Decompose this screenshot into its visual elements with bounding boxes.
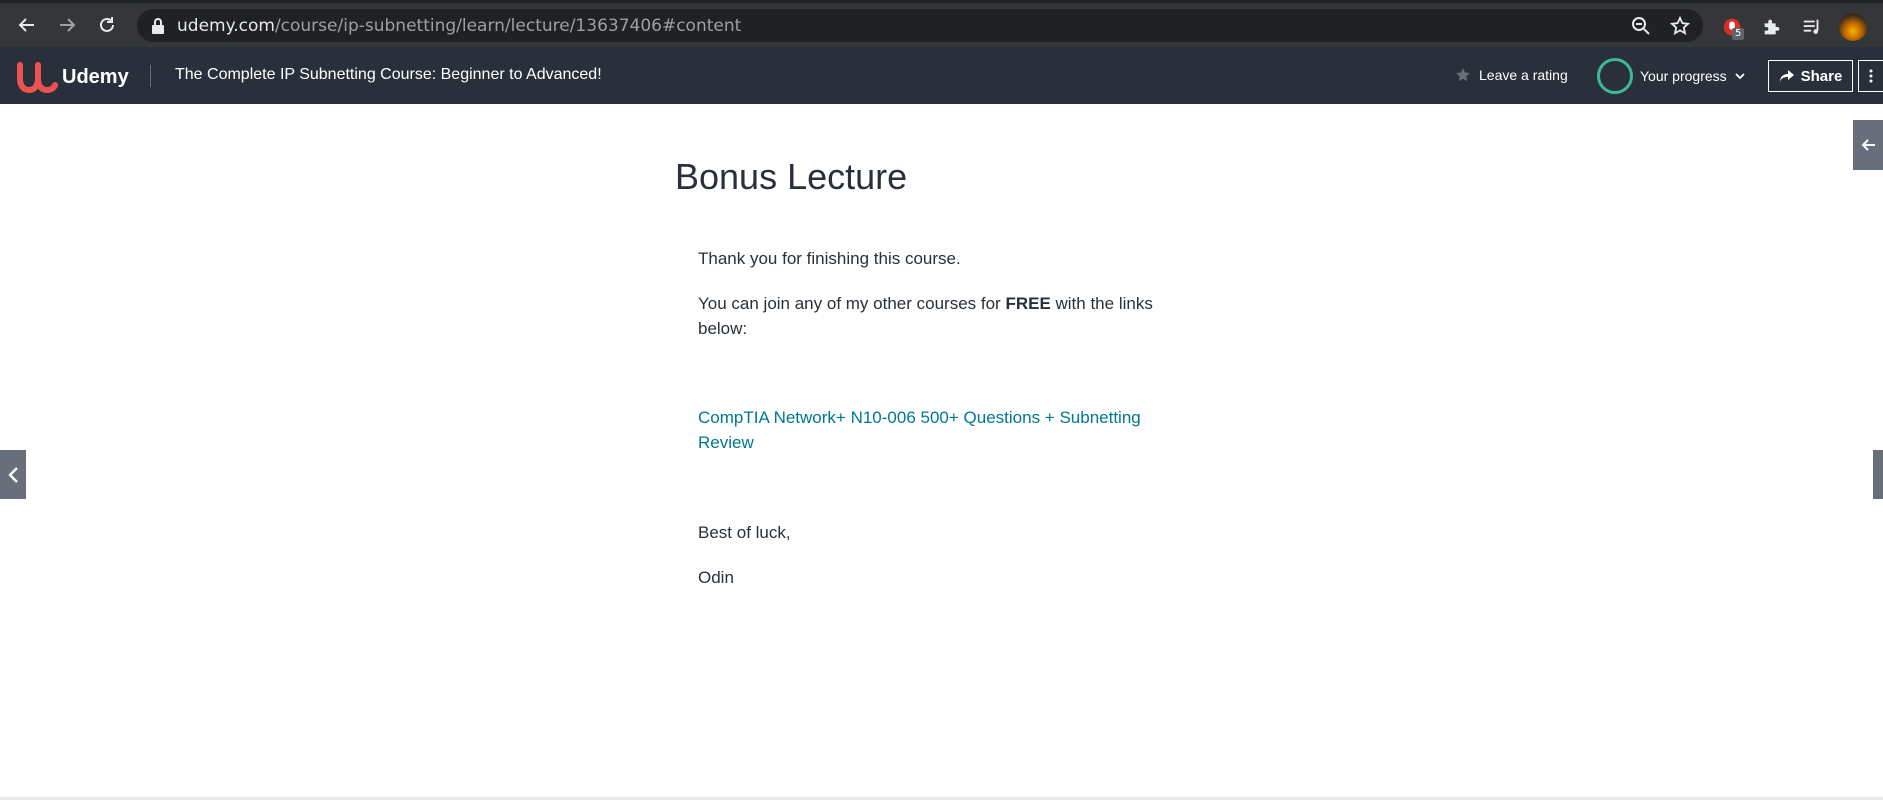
- rating-label: Leave a rating: [1479, 67, 1568, 83]
- arrow-left-icon: [1861, 139, 1875, 151]
- browser-toolbar: udemy.com/course/ip-subnetting/learn/lec…: [0, 0, 1883, 47]
- leave-rating-button[interactable]: Leave a rating: [1455, 67, 1568, 83]
- course-link-paragraph: CompTIA Network+ N10-006 500+ Questions …: [698, 405, 1188, 455]
- previous-lecture-button[interactable]: [0, 450, 26, 499]
- zoom-icon[interactable]: [1631, 16, 1651, 36]
- share-label: Share: [1800, 67, 1843, 85]
- brand-name: Udemy: [62, 65, 129, 88]
- signature-text: Odin: [698, 568, 734, 587]
- extensions-button[interactable]: [1760, 15, 1784, 39]
- more-vertical-icon: [1869, 69, 1873, 83]
- closing-text: Best of luck,: [698, 523, 791, 542]
- lecture-paragraph: Thank you for finishing this course.: [698, 249, 961, 268]
- progress-ring: [1597, 58, 1633, 94]
- lock-icon: [152, 18, 164, 34]
- reload-icon: [100, 17, 114, 32]
- star-bookmark-icon[interactable]: [1670, 16, 1690, 36]
- profile-avatar[interactable]: [1839, 13, 1867, 41]
- star-icon: [1456, 68, 1470, 82]
- share-button[interactable]: Share: [1768, 60, 1853, 92]
- lecture-title: Bonus Lecture: [675, 156, 908, 197]
- chevron-left-icon: [8, 466, 18, 483]
- udemy-logo-icon: [17, 62, 58, 94]
- comptia-course-link[interactable]: CompTIA Network+ N10-006 500+ Questions …: [698, 408, 1141, 452]
- lecture-paragraph-free: You can join any of my other courses for…: [698, 291, 1188, 341]
- back-icon: [18, 18, 34, 32]
- paragraph-text: You can join any of my other courses for: [698, 294, 1006, 313]
- extension-badge: 5: [1732, 28, 1745, 40]
- back-button[interactable]: [14, 12, 40, 38]
- puzzle-icon: [1764, 19, 1780, 35]
- header-divider: [150, 65, 151, 87]
- forward-button[interactable]: [54, 12, 80, 38]
- address-bar[interactable]: udemy.com/course/ip-subnetting/learn/lec…: [137, 9, 1703, 42]
- progress-label: Your progress: [1640, 68, 1727, 84]
- progress-button[interactable]: Your progress: [1597, 58, 1746, 94]
- forward-icon: [60, 18, 76, 32]
- share-icon: [1779, 70, 1794, 82]
- chevron-down-icon: [1735, 73, 1745, 80]
- media-button[interactable]: [1800, 15, 1824, 39]
- free-emphasis: FREE: [1005, 294, 1051, 313]
- reload-button[interactable]: [94, 12, 120, 38]
- open-sidebar-button[interactable]: [1853, 120, 1883, 170]
- course-header: Udemy The Complete IP Subnetting Course:…: [0, 47, 1883, 104]
- course-title[interactable]: The Complete IP Subnetting Course: Begin…: [175, 66, 602, 84]
- media-queue-icon: [1803, 19, 1819, 34]
- udemy-logo[interactable]: Udemy: [16, 59, 129, 95]
- url-text[interactable]: udemy.com/course/ip-subnetting/learn/lec…: [177, 16, 741, 36]
- next-lecture-button[interactable]: [1873, 450, 1883, 499]
- more-options-button[interactable]: [1858, 60, 1883, 92]
